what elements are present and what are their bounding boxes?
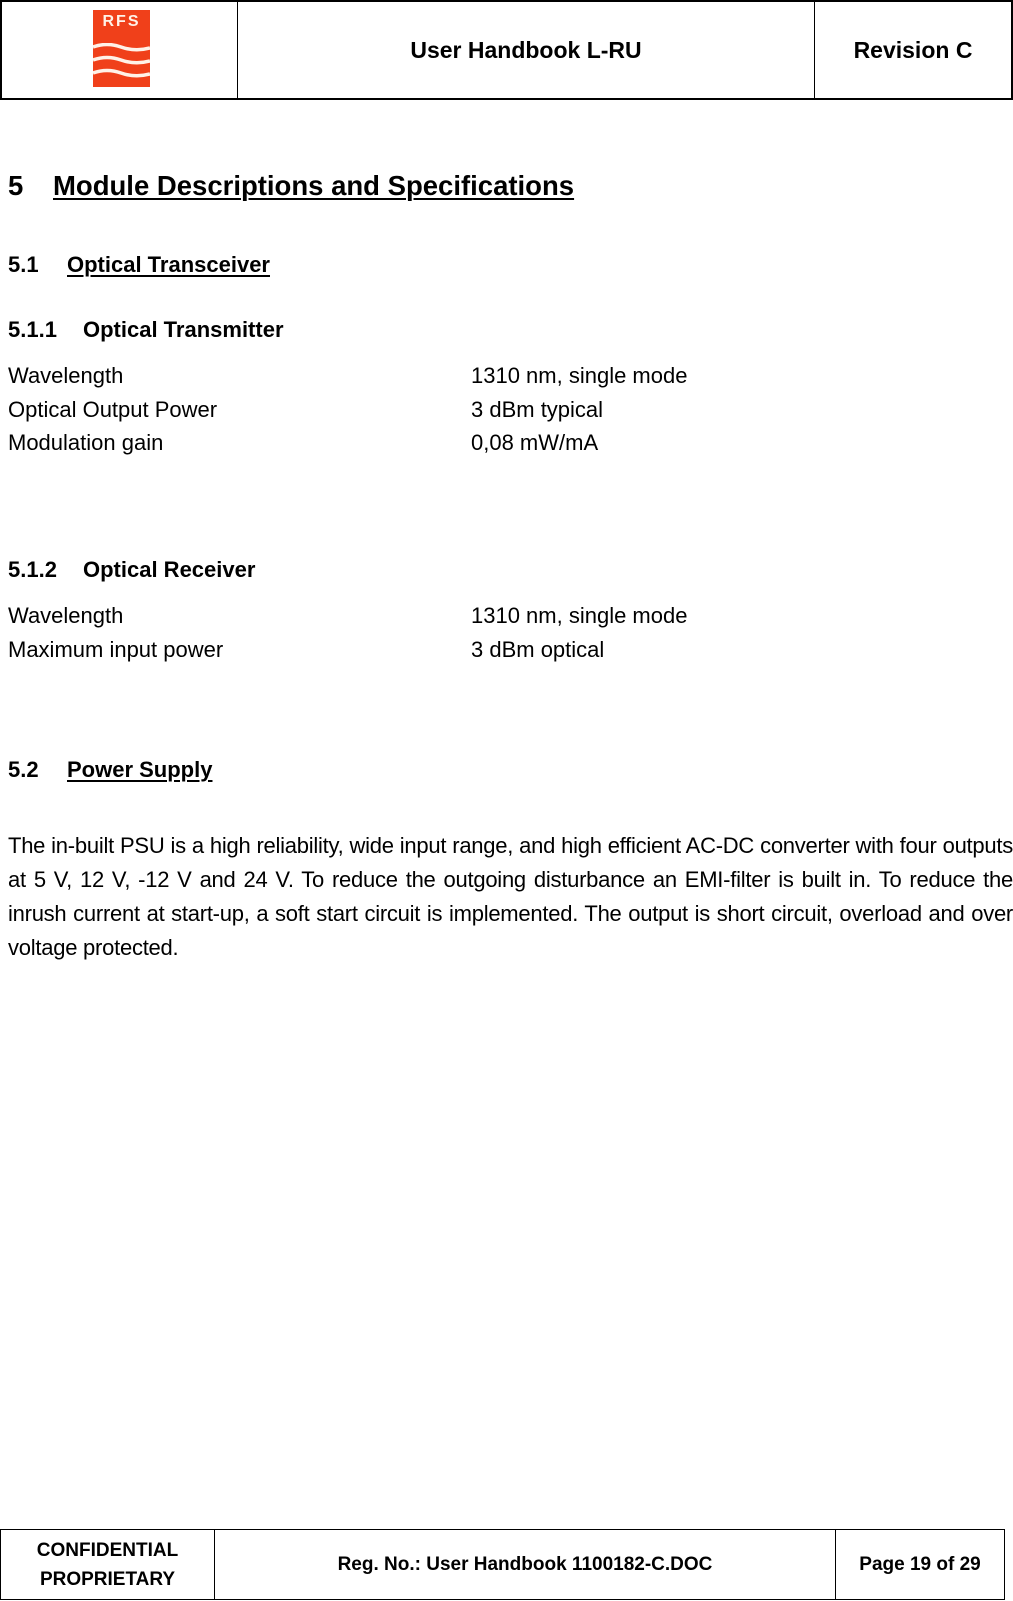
subsubsection-title: Optical Receiver (83, 557, 256, 582)
spec-row: Optical Output Power 3 dBm typical (8, 393, 687, 427)
subsubsection-heading-optical-transmitter: 5.1.1 Optical Transmitter (8, 317, 284, 343)
section-number: 5 (8, 170, 24, 201)
wave-icon (93, 42, 150, 77)
subsection-number: 5.1 (8, 252, 39, 277)
subsection-title: Optical Transceiver (67, 252, 270, 277)
subsubsection-heading-optical-receiver: 5.1.2 Optical Receiver (8, 557, 255, 583)
logo-cell: RFS (2, 2, 238, 98)
spec-row: Maximum input power 3 dBm optical (8, 633, 687, 667)
spec-label: Modulation gain (8, 430, 164, 455)
page-number: Page 19 of 29 (859, 1553, 981, 1575)
transmitter-spec-table: Wavelength 1310 nm, single mode Optical … (8, 359, 687, 460)
document-title: User Handbook L-RU (238, 2, 815, 98)
spec-label: Wavelength (8, 603, 124, 628)
spec-row: Wavelength 1310 nm, single mode (8, 359, 687, 393)
page-header: RFS User Handbook L-RU Revision C (0, 0, 1013, 100)
spec-label: Wavelength (8, 363, 124, 388)
section-title: Module Descriptions and Specifications (53, 170, 575, 201)
power-supply-description: The in-built PSU is a high reliability, … (8, 833, 1013, 960)
subsubsection-number: 5.1.1 (8, 317, 57, 342)
subsection-heading-power-supply: 5.2 Power Supply (8, 757, 212, 783)
classification-line-2: PROPRIETARY (39, 1568, 176, 1590)
classification-cell: CONFIDENTIAL PROPRIETARY (1, 1530, 215, 1599)
subsection-title: Power Supply (67, 757, 213, 782)
logo-text: RFS (102, 12, 141, 30)
classification-line-1: CONFIDENTIAL (36, 1539, 179, 1561)
spec-value: 1310 nm, single mode (471, 603, 688, 628)
revision-label: Revision C (853, 36, 973, 63)
spec-value: 1310 nm, single mode (471, 363, 688, 388)
rfs-logo: RFS (93, 9, 150, 87)
subsection-number: 5.2 (8, 757, 39, 782)
spec-value: 0,08 mW/mA (471, 430, 599, 455)
spec-value: 3 dBm typical (471, 396, 604, 422)
receiver-spec-table: Wavelength 1310 nm, single mode Maximum … (8, 599, 687, 666)
subsection-heading-optical-transceiver: 5.1 Optical Transceiver (8, 252, 270, 278)
registration-number: Reg. No.: User Handbook 1100182-C.DOC (215, 1530, 836, 1599)
subsubsection-number: 5.1.2 (8, 557, 57, 582)
spec-label: Optical Output Power (8, 396, 218, 422)
spec-value: 3 dBm optical (471, 636, 605, 662)
section-heading: 5 Module Descriptions and Specifications (8, 170, 574, 202)
spec-row: Modulation gain 0,08 mW/mA (8, 426, 687, 460)
spec-row: Wavelength 1310 nm, single mode (8, 599, 687, 633)
spec-label: Maximum input power (8, 636, 224, 662)
subsubsection-title: Optical Transmitter (83, 317, 284, 342)
page-footer: CONFIDENTIAL PROPRIETARY Reg. No.: User … (0, 1529, 1005, 1600)
